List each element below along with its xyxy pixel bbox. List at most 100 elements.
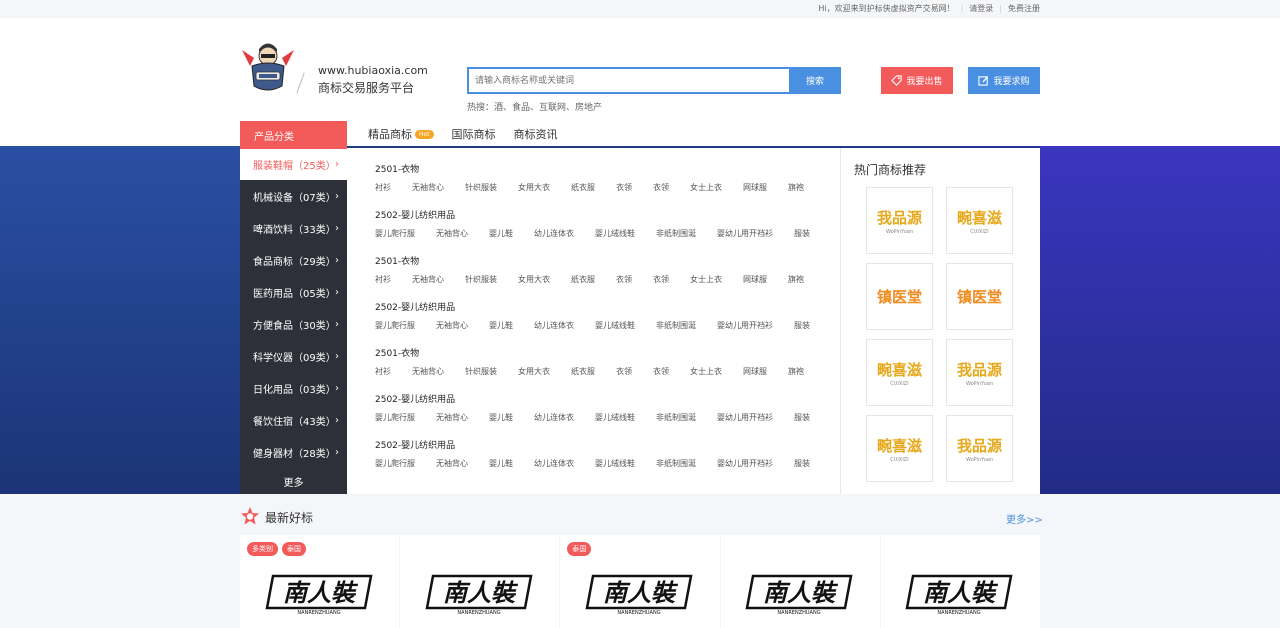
category-title[interactable]: 2501-衣物 [375,346,840,362]
subcategory-link[interactable]: 旗袍 [788,274,804,285]
sidebar-item[interactable]: 日化用品（03类） › [240,372,347,404]
trademark-card[interactable]: 多类别 泰国 南人裝 NANRENZHUANG [240,535,400,628]
subcategory-link[interactable]: 衬衫 [375,182,391,193]
category-title[interactable]: 2502-婴儿纺织用品 [375,438,840,454]
subcategory-link[interactable]: 女用大衣 [518,366,550,377]
sell-button[interactable]: 我要出售 [881,67,953,94]
subcategory-link[interactable]: 网球服 [743,274,767,285]
hot-trademark-card[interactable]: 镇医堂 [946,263,1013,330]
subcategory-link[interactable]: 婴儿鞋 [489,228,513,239]
subcategory-link[interactable]: 针织服装 [465,274,497,285]
subcategory-link[interactable]: 无袖背心 [436,228,468,239]
hot-trademark-card[interactable]: 我品源 WoPinYuan [946,339,1013,406]
sidebar-item[interactable]: 方便食品（30类） › [240,308,347,340]
more-link[interactable]: 更多>> [1006,511,1043,526]
category-title[interactable]: 2502-婴儿纺织用品 [375,392,840,408]
trademark-card[interactable]: 南人裝 NANRENZHUANG [880,535,1041,628]
subcategory-link[interactable]: 女用大衣 [518,274,550,285]
subcategory-link[interactable]: 无袖背心 [436,412,468,423]
subcategory-link[interactable]: 婴儿爬行服 [375,458,415,469]
subcategory-link[interactable]: 幼儿连体衣 [534,458,574,469]
sidebar-item[interactable]: 机械设备（07类） › [240,180,347,212]
subcategory-link[interactable]: 无袖背心 [412,182,444,193]
subcategory-link[interactable]: 衬衫 [375,274,391,285]
hot-trademark-card[interactable]: 镇医堂 [866,263,933,330]
subcategory-link[interactable]: 服装 [794,320,810,331]
hot-trademark-card[interactable]: 我品源 WoPinYuan [866,187,933,254]
subcategory-link[interactable]: 纸衣服 [571,274,595,285]
sidebar-item[interactable]: 服装鞋帽（25类） › [240,148,347,180]
subcategory-link[interactable]: 衣领 [653,366,669,377]
subcategory-link[interactable]: 婴儿鞋 [489,458,513,469]
trademark-card[interactable]: 南人裝 NANRENZHUANG [720,535,880,628]
subcategory-link[interactable]: 婴儿鞋 [489,320,513,331]
sidebar-item[interactable]: 健身器材（28类） › [240,436,347,468]
subcategory-link[interactable]: 幼儿连体衣 [534,412,574,423]
subcategory-link[interactable]: 幼儿连体衣 [534,320,574,331]
buy-button[interactable]: 我要求购 [968,67,1040,94]
subcategory-link[interactable]: 婴幼儿用开裆衫 [717,228,773,239]
subcategory-link[interactable]: 服装 [794,412,810,423]
subcategory-link[interactable]: 女士上衣 [690,366,722,377]
subcategory-link[interactable]: 衣领 [653,274,669,285]
subcategory-link[interactable]: 女用大衣 [518,182,550,193]
hot-trademark-card[interactable]: 我品源 WoPinYuan [946,415,1013,482]
trademark-card[interactable]: 南人裝 NANRENZHUANG [400,535,560,628]
subcategory-link[interactable]: 针织服装 [465,366,497,377]
subcategory-link[interactable]: 婴幼儿用开裆衫 [717,320,773,331]
subcategory-link[interactable]: 网球服 [743,366,767,377]
subcategory-link[interactable]: 衣领 [653,182,669,193]
subcategory-link[interactable]: 婴儿爬行服 [375,412,415,423]
subcategory-link[interactable]: 婴儿爬行服 [375,320,415,331]
search-button[interactable]: 搜索 [789,67,841,94]
subcategory-link[interactable]: 非纸制围涎 [656,228,696,239]
sidebar-item[interactable]: 啤酒饮料（33类） › [240,212,347,244]
subcategory-link[interactable]: 非纸制围涎 [656,412,696,423]
search-input[interactable] [467,67,789,94]
subcategory-link[interactable]: 婴儿绒线鞋 [595,320,635,331]
site-logo[interactable] [240,36,296,100]
subcategory-link[interactable]: 纸衣服 [571,366,595,377]
hot-trademark-card[interactable]: 畹喜滋 CUIXIZI [866,415,933,482]
tab-trademark-news[interactable]: 商标资讯 [514,126,558,142]
category-title[interactable]: 2502-婴儿纺织用品 [375,300,840,316]
subcategory-link[interactable]: 婴儿鞋 [489,412,513,423]
subcategory-link[interactable]: 婴儿绒线鞋 [595,412,635,423]
subcategory-link[interactable]: 网球服 [743,182,767,193]
subcategory-link[interactable]: 非纸制围涎 [656,458,696,469]
subcategory-link[interactable]: 婴儿绒线鞋 [595,228,635,239]
subcategory-link[interactable]: 纸衣服 [571,182,595,193]
subcategory-link[interactable]: 非纸制围涎 [656,320,696,331]
sidebar-more-link[interactable]: 更多 [240,468,347,494]
subcategory-link[interactable]: 衣领 [616,366,632,377]
register-link[interactable]: 免费注册 [1008,3,1040,14]
tab-premium-trademarks[interactable]: 精品商标 Hot [368,126,434,142]
trademark-card[interactable]: 泰国 南人裝 NANRENZHUANG [560,535,720,628]
subcategory-link[interactable]: 无袖背心 [412,274,444,285]
subcategory-link[interactable]: 婴儿爬行服 [375,228,415,239]
subcategory-link[interactable]: 女士上衣 [690,182,722,193]
subcategory-link[interactable]: 婴幼儿用开裆衫 [717,412,773,423]
sidebar-item[interactable]: 餐饮住宿（43类） › [240,404,347,436]
subcategory-link[interactable]: 服装 [794,458,810,469]
subcategory-link[interactable]: 无袖背心 [412,366,444,377]
subcategory-link[interactable]: 旗袍 [788,366,804,377]
hot-trademark-card[interactable]: 畹喜滋 CUIXIZI [946,187,1013,254]
subcategory-link[interactable]: 旗袍 [788,182,804,193]
sidebar-item[interactable]: 食品商标（29类） › [240,244,347,276]
subcategory-link[interactable]: 衣领 [616,182,632,193]
subcategory-link[interactable]: 无袖背心 [436,458,468,469]
subcategory-link[interactable]: 幼儿连体衣 [534,228,574,239]
tab-international-trademarks[interactable]: 国际商标 [452,126,496,142]
subcategory-link[interactable]: 无袖背心 [436,320,468,331]
subcategory-link[interactable]: 针织服装 [465,182,497,193]
hot-trademark-card[interactable]: 畹喜滋 CUIXIZI [866,339,933,406]
sidebar-item[interactable]: 科学仪器（09类） › [240,340,347,372]
subcategory-link[interactable]: 婴幼儿用开裆衫 [717,458,773,469]
category-title[interactable]: 2501-衣物 [375,254,840,270]
subcategory-link[interactable]: 服装 [794,228,810,239]
subcategory-link[interactable]: 女士上衣 [690,274,722,285]
category-title[interactable]: 2501-衣物 [375,162,840,178]
subcategory-link[interactable]: 婴儿绒线鞋 [595,458,635,469]
sidebar-item[interactable]: 医药用品（05类） › [240,276,347,308]
